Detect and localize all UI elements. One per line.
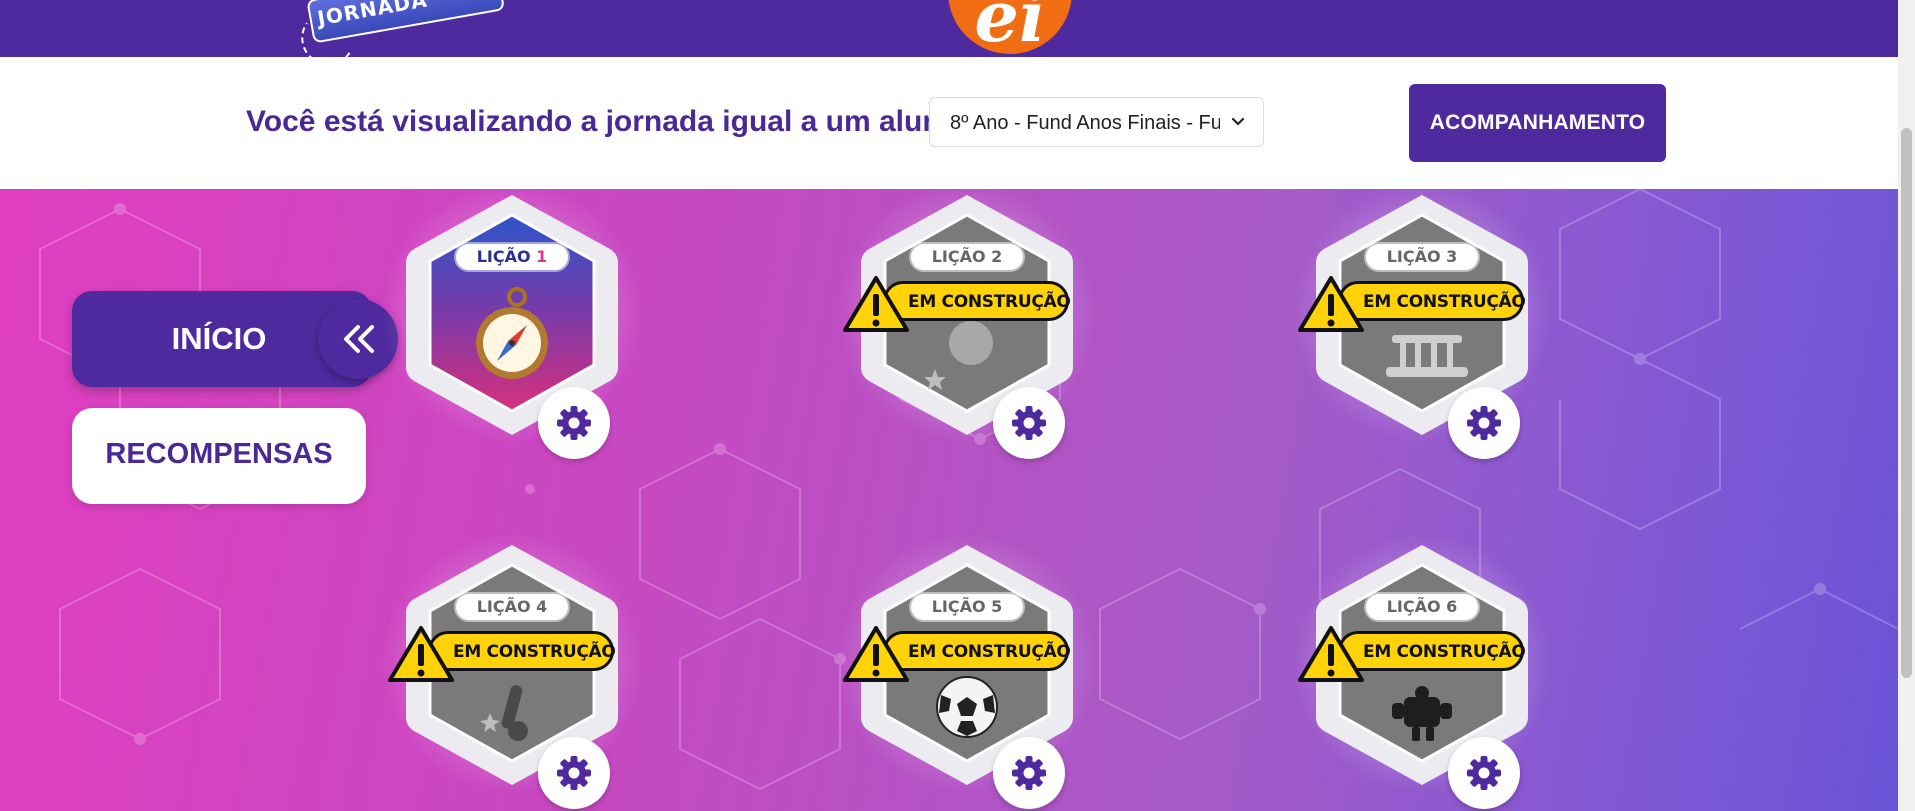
grade-select-value: 8º Ano - Fund Anos Finais - Fu: [950, 112, 1220, 134]
lesson-label: LIÇÃO 2: [911, 244, 1023, 270]
lesson-number: 5: [991, 597, 1003, 616]
lesson-card-5[interactable]: LIÇÃO 5 EM CONSTRUÇÃO: [837, 535, 1097, 811]
lesson-settings-button[interactable]: [993, 387, 1065, 459]
gear-icon: [1012, 406, 1046, 440]
lesson-settings-button[interactable]: [538, 737, 610, 809]
under-construction-banner: EM CONSTRUÇÃO: [841, 624, 1071, 682]
lesson-number: 1: [536, 247, 548, 266]
under-construction-label: EM CONSTRUÇÃO: [1363, 292, 1526, 312]
soccer-ball-icon: [936, 676, 998, 738]
page-scrollbar[interactable]: [1898, 0, 1915, 811]
lesson-prefix: LIÇÃO: [476, 247, 531, 266]
warning-icon: [843, 276, 909, 332]
warning-icon: [1298, 626, 1364, 682]
journey-logo: JORNADA: [292, 0, 511, 70]
lesson-number: 3: [1446, 247, 1458, 266]
nav-recompensas-button[interactable]: RECOMPENSAS: [72, 408, 366, 504]
gear-icon: [1467, 406, 1501, 440]
under-construction-banner: EM CONSTRUÇÃO: [1296, 274, 1526, 332]
top-banner: JORNADA ei: [0, 0, 1898, 70]
lesson-settings-button[interactable]: [1448, 387, 1520, 459]
lesson-number: 2: [991, 247, 1003, 266]
warning-icon: [1298, 276, 1364, 332]
under-construction-label: EM CONSTRUÇÃO: [453, 642, 616, 662]
lesson-card-6[interactable]: LIÇÃO 6 EM CONSTRUÇÃO: [1292, 535, 1552, 811]
chevron-down-icon: [1231, 117, 1245, 126]
lesson-label: LIÇÃO 1: [456, 244, 568, 270]
brand-logo-text: ei: [974, 0, 1046, 54]
lesson-prefix: LIÇÃO: [931, 247, 986, 266]
student-view-bar: Você está visualizando a jornada igual a…: [0, 57, 1898, 189]
warning-icon: [843, 626, 909, 682]
scrollbar-thumb[interactable]: [1901, 128, 1912, 678]
lesson-number: 4: [536, 597, 548, 616]
warning-icon: [388, 626, 454, 682]
lesson-card-3[interactable]: LIÇÃO 3 EM CONSTRUÇÃO: [1292, 189, 1552, 465]
under-construction-banner: EM CONSTRUÇÃO: [386, 624, 616, 682]
lesson-prefix: LIÇÃO: [1386, 597, 1441, 616]
lesson-card-1[interactable]: LIÇÃO 1: [382, 189, 642, 465]
gear-icon: [557, 756, 591, 790]
under-construction-banner: EM CONSTRUÇÃO: [841, 274, 1071, 332]
lesson-card-4[interactable]: LIÇÃO 4 EM CONSTRUÇÃO: [382, 535, 642, 811]
lesson-number: 6: [1446, 597, 1458, 616]
lesson-label: LIÇÃO 3: [1366, 244, 1478, 270]
gear-icon: [1012, 756, 1046, 790]
lesson-settings-button[interactable]: [993, 737, 1065, 809]
lesson-prefix: LIÇÃO: [931, 597, 986, 616]
lesson-label: LIÇÃO 6: [1366, 594, 1478, 620]
lesson-prefix: LIÇÃO: [1386, 247, 1441, 266]
under-construction-banner: EM CONSTRUÇÃO: [1296, 624, 1526, 682]
under-construction-label: EM CONSTRUÇÃO: [908, 292, 1071, 312]
journey-map: INÍCIO RECOMPENSAS LIÇÃO 1 LIÇÃO 2 EM CO…: [0, 189, 1898, 811]
tracking-button[interactable]: ACOMPANHAMENTO: [1409, 84, 1666, 162]
student-view-label: Você está visualizando a jornada igual a…: [246, 105, 969, 138]
lesson-prefix: LIÇÃO: [476, 597, 531, 616]
grade-select[interactable]: 8º Ano - Fund Anos Finais - Fu: [929, 97, 1264, 147]
lesson-settings-button[interactable]: [1448, 737, 1520, 809]
under-construction-label: EM CONSTRUÇÃO: [1363, 642, 1526, 662]
gear-icon: [1467, 756, 1501, 790]
under-construction-label: EM CONSTRUÇÃO: [908, 642, 1071, 662]
gear-icon: [557, 406, 591, 440]
nav-recompensas-label: RECOMPENSAS: [105, 438, 333, 470]
lesson-settings-button[interactable]: [538, 387, 610, 459]
lesson-card-2[interactable]: LIÇÃO 2 EM CONSTRUÇÃO: [837, 189, 1097, 465]
lesson-label: LIÇÃO 4: [456, 594, 568, 620]
brand-logo[interactable]: ei: [948, 0, 1072, 54]
lesson-label: LIÇÃO 5: [911, 594, 1023, 620]
